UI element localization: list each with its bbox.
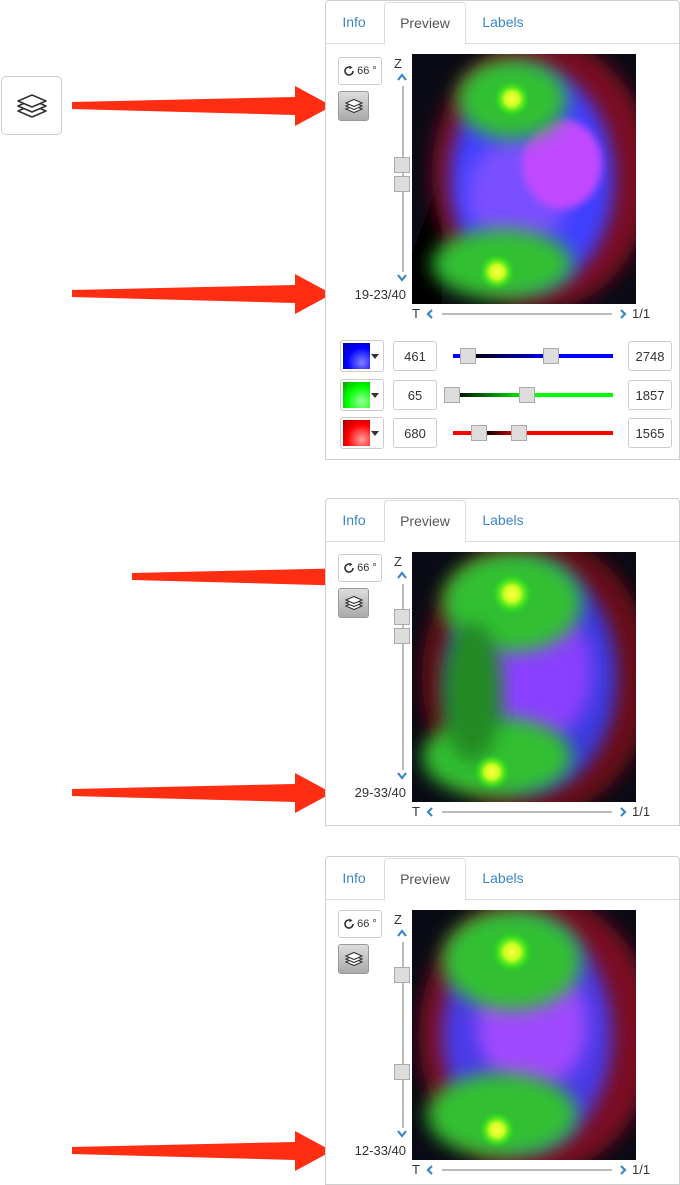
layers-toggle-button[interactable]	[338, 588, 369, 618]
tab-labels[interactable]: Labels	[474, 857, 532, 899]
channel-color-picker[interactable]	[340, 340, 384, 372]
z-axis-label: Z	[394, 912, 402, 927]
layers-button-large[interactable]	[1, 76, 62, 135]
channel-max-input[interactable]: 1565	[628, 418, 672, 448]
z-slider-handle-start[interactable]	[394, 967, 410, 983]
t-axis-row: T 1/1	[412, 306, 662, 322]
chevron-up-icon[interactable]	[396, 570, 408, 580]
preview-panel-2: Info Preview Labels 66 ° Z 29-33/40 T 1/…	[325, 498, 680, 826]
preview-panel-1: Info Preview Labels 66 ° Z 19-23/40 T 1/…	[325, 0, 680, 460]
layers-icon	[344, 951, 363, 967]
chevron-down-icon[interactable]	[396, 273, 408, 283]
z-range-label: 12-33/40	[354, 1143, 406, 1158]
t-axis-row: T 1/1	[412, 804, 662, 820]
tab-info[interactable]: Info	[332, 499, 376, 541]
t-value-label: 1/1	[632, 306, 651, 321]
chevron-down-icon[interactable]	[396, 1129, 408, 1139]
arrow-icon	[72, 274, 332, 314]
channel-max-handle[interactable]	[511, 425, 527, 441]
arrow-icon	[72, 1131, 332, 1171]
t-slider-track[interactable]	[442, 1169, 612, 1171]
t-slider-track[interactable]	[442, 811, 612, 813]
chevron-left-icon[interactable]	[425, 806, 435, 818]
z-axis-label: Z	[394, 56, 402, 71]
tab-preview[interactable]: Preview	[384, 858, 466, 901]
channel-color-swatch	[343, 343, 370, 369]
channel-max-handle[interactable]	[543, 348, 559, 364]
channel-min-input[interactable]: 461	[393, 341, 437, 371]
tab-labels[interactable]: Labels	[474, 499, 532, 541]
channel-color-swatch	[343, 382, 370, 408]
microscopy-image	[412, 54, 636, 304]
chevron-left-icon[interactable]	[425, 1164, 435, 1176]
channel-min-input[interactable]: 680	[393, 418, 437, 448]
z-range-label: 19-23/40	[354, 287, 406, 302]
t-axis-row: T 1/1	[412, 1162, 662, 1178]
rotate-button[interactable]: 66 °	[338, 554, 382, 582]
z-slider-handle-end[interactable]	[394, 1064, 410, 1080]
tab-bar: Info Preview Labels	[326, 857, 679, 901]
layers-icon	[344, 595, 363, 611]
channel-color-picker[interactable]	[340, 417, 384, 449]
channel-max-input[interactable]: 2748	[628, 341, 672, 371]
channel-min-handle[interactable]	[444, 387, 460, 403]
tab-preview[interactable]: Preview	[384, 500, 466, 543]
z-range-label: 29-33/40	[354, 785, 406, 800]
tab-info[interactable]: Info	[332, 1, 376, 43]
layers-toggle-button[interactable]	[338, 91, 369, 121]
z-slider-handle-start[interactable]	[394, 157, 410, 173]
channel-color-picker[interactable]	[340, 379, 384, 411]
tab-bar: Info Preview Labels	[326, 499, 679, 543]
caret-down-icon	[371, 431, 379, 436]
t-axis-label: T	[412, 1162, 420, 1177]
chevron-down-icon[interactable]	[396, 771, 408, 781]
layers-toggle-button[interactable]	[338, 944, 369, 974]
t-axis-label: T	[412, 804, 420, 819]
t-axis-label: T	[412, 306, 420, 321]
rotate-icon	[344, 65, 354, 76]
caret-down-icon	[371, 393, 379, 398]
arrow-icon	[72, 773, 332, 813]
microscopy-image	[412, 910, 636, 1160]
chevron-up-icon[interactable]	[396, 72, 408, 82]
channel-max-handle[interactable]	[519, 387, 535, 403]
z-slider-handle-end[interactable]	[394, 176, 410, 192]
z-slider-handle-start[interactable]	[394, 609, 410, 625]
chevron-up-icon[interactable]	[396, 928, 408, 938]
tab-bar: Info Preview Labels	[326, 1, 679, 45]
channel-min-input[interactable]: 65	[393, 380, 437, 410]
caret-down-icon	[371, 354, 379, 359]
rotate-icon	[344, 562, 354, 573]
z-axis-label: Z	[394, 554, 402, 569]
tab-info[interactable]: Info	[332, 857, 376, 899]
rotation-value: 66 °	[357, 65, 377, 77]
chevron-right-icon[interactable]	[618, 308, 628, 320]
layers-icon	[16, 93, 47, 118]
rotate-icon	[344, 918, 354, 929]
rotation-value: 66 °	[357, 562, 377, 574]
tab-labels[interactable]: Labels	[474, 1, 532, 43]
rotate-button[interactable]: 66 °	[338, 57, 382, 85]
t-slider-track[interactable]	[442, 313, 612, 315]
chevron-right-icon[interactable]	[618, 1164, 628, 1176]
arrow-icon	[72, 86, 332, 126]
channel-min-handle[interactable]	[471, 425, 487, 441]
layers-icon	[344, 98, 363, 114]
t-value-label: 1/1	[632, 1162, 651, 1177]
microscopy-image	[412, 552, 636, 802]
channel-max-input[interactable]: 1857	[628, 380, 672, 410]
t-value-label: 1/1	[632, 804, 651, 819]
channel-min-handle[interactable]	[460, 348, 476, 364]
chevron-left-icon[interactable]	[425, 308, 435, 320]
channel-color-swatch	[343, 420, 370, 446]
rotation-value: 66 °	[357, 918, 377, 930]
chevron-right-icon[interactable]	[618, 806, 628, 818]
tab-preview[interactable]: Preview	[384, 2, 466, 45]
rotate-button[interactable]: 66 °	[338, 910, 382, 938]
z-slider-handle-end[interactable]	[394, 628, 410, 644]
preview-panel-3: Info Preview Labels 66 ° Z 12-33/40 T 1/…	[325, 856, 680, 1185]
channel-range-line	[453, 354, 613, 358]
